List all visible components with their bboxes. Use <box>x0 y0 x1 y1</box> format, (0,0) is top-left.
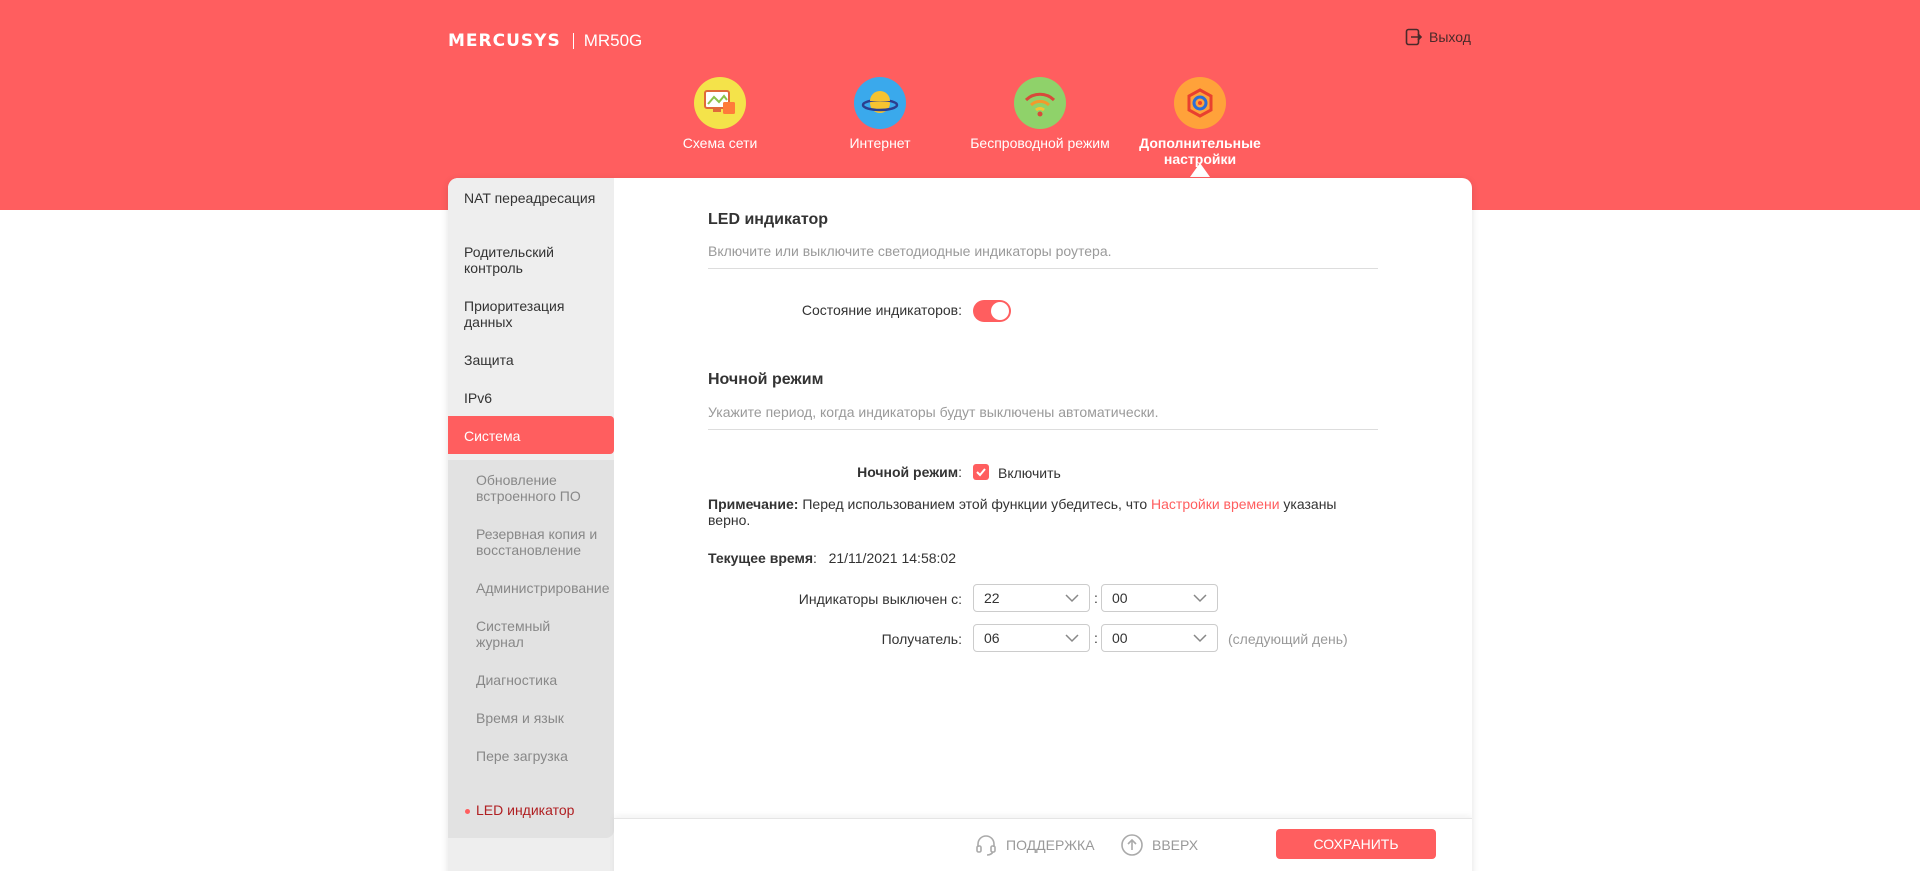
current-time-colon: : <box>813 550 817 566</box>
time-separator: : <box>1094 630 1098 646</box>
sidebar: NAT переадресация Родительский контроль … <box>448 178 614 871</box>
subitem-label: Обновление встроенного ПО <box>476 472 581 504</box>
subitem-led-indicator[interactable]: LED индикатор <box>448 790 614 828</box>
arrow-up-icon <box>1121 834 1143 856</box>
nav-network-map[interactable]: Схема сети <box>640 77 800 151</box>
network-map-icon <box>694 77 746 129</box>
night-section-description: Укажите период, когда индикаторы будут в… <box>708 404 1378 430</box>
chevron-down-icon <box>1065 634 1079 643</box>
nav-wireless[interactable]: Беспроводной режим <box>960 77 1120 151</box>
chevron-down-icon <box>1065 594 1079 603</box>
subitem-administration[interactable]: Администрирование <box>448 568 614 606</box>
subitem-label: Диагностика <box>476 672 558 688</box>
subitem-time-language[interactable]: Время и язык <box>448 698 614 736</box>
save-button[interactable]: СОХРАНИТЬ <box>1276 829 1436 859</box>
nav-advanced[interactable]: Дополнительные настройки <box>1120 77 1280 167</box>
subitem-label: Резервная копия и восстановление <box>476 526 598 558</box>
night-mode-enable-label: Включить <box>998 465 1061 481</box>
led-section-description: Включите или выключите светодиодные инди… <box>708 243 1378 269</box>
night-mode-note: Примечание: Перед использованием этой фу… <box>708 496 1348 528</box>
subitem-system-log[interactable]: Системный журнал <box>448 606 614 660</box>
subitem-label: LED индикатор <box>476 802 575 818</box>
night-section-title: Ночной режим <box>708 371 824 388</box>
night-mode-checkbox[interactable] <box>973 464 989 480</box>
to-hour-select[interactable]: 06 <box>973 624 1090 652</box>
main-card: NAT переадресация Родительский контроль … <box>448 178 1472 871</box>
sidebar-item-label: Приоритезация данных <box>464 298 565 330</box>
led-status-label: Состояние индикаторов: <box>801 302 962 318</box>
subitem-diagnostics[interactable]: Диагностика <box>448 660 614 698</box>
logout-icon <box>1405 28 1423 46</box>
top-label: ВВЕРХ <box>1152 837 1199 853</box>
to-minute-value: 00 <box>1112 630 1128 646</box>
next-day-hint: (следующий день) <box>1228 631 1348 647</box>
sidebar-item-label: IPv6 <box>464 390 493 406</box>
system-submenu: Обновление встроенного ПО Резервная копи… <box>448 460 614 838</box>
toggle-knob <box>991 302 1009 320</box>
subitem-reboot[interactable]: Пере загрузка <box>448 736 614 790</box>
sidebar-item-label: NAT переадресация <box>464 190 596 206</box>
sidebar-item-ipv6[interactable]: IPv6 <box>448 378 614 416</box>
current-time-row: Текущее время: 21/11/2021 14:58:02 <box>708 550 956 566</box>
active-nav-caret <box>1190 163 1210 177</box>
model-name: MR50G <box>583 31 643 50</box>
subitem-label: Системный журнал <box>476 618 551 650</box>
current-dot <box>465 809 470 814</box>
subitem-label: Пере загрузка <box>476 748 568 764</box>
sidebar-item-security[interactable]: Защита <box>448 340 614 378</box>
support-link[interactable]: ПОДДЕРЖКА <box>974 833 1095 857</box>
nav-internet[interactable]: Интернет <box>800 77 960 151</box>
sidebar-item-system[interactable]: Система <box>448 416 614 454</box>
brand-divider <box>572 33 574 49</box>
off-from-minute-select[interactable]: 00 <box>1101 584 1218 612</box>
subitem-backup-restore[interactable]: Резервная копия и восстановление <box>448 514 614 568</box>
nav-network-map-label: Схема сети <box>682 135 758 151</box>
to-minute-select[interactable]: 00 <box>1101 624 1218 652</box>
off-from-label: Индикаторы выключен с: <box>798 591 962 607</box>
subitem-label: Администрирование <box>476 580 610 596</box>
brand-logo: MERCUSYS <box>448 31 561 51</box>
headset-icon <box>976 835 996 856</box>
checkmark-icon <box>976 468 986 477</box>
note-label: Примечание: <box>708 496 799 512</box>
night-mode-label-text: Ночной режим <box>857 464 959 480</box>
time-separator: : <box>1094 590 1098 606</box>
night-mode-label: Ночной режим: <box>748 464 962 480</box>
off-from-hour-value: 22 <box>984 590 1000 606</box>
subitem-firmware-update[interactable]: Обновление встроенного ПО <box>448 460 614 514</box>
sidebar-item-qos[interactable]: Приоритезация данных <box>448 286 614 340</box>
nav-internet-label: Интернет <box>849 135 911 151</box>
chevron-down-icon <box>1193 634 1207 643</box>
sidebar-item-nat[interactable]: NAT переадресация <box>448 178 614 232</box>
logout-label: Выход <box>1429 29 1471 45</box>
logout-button[interactable]: Выход <box>1405 28 1471 46</box>
sidebar-item-label: Защита <box>464 352 514 368</box>
support-label: ПОДДЕРЖКА <box>1006 837 1095 853</box>
subitem-label: Время и язык <box>476 710 564 726</box>
night-mode-colon: : <box>958 464 962 480</box>
note-text-before: Перед использованием этой функции убедит… <box>802 496 1148 512</box>
off-from-minute-value: 00 <box>1112 590 1128 606</box>
current-time-value: 21/11/2021 14:58:02 <box>828 550 956 566</box>
main-nav: Схема сети Интернет Беспроводной режим Д… <box>0 77 1920 187</box>
nav-wireless-label: Беспроводной режим <box>970 135 1110 151</box>
led-status-toggle[interactable] <box>973 300 1011 322</box>
planet-icon <box>854 77 906 129</box>
current-time-label: Текущее время <box>708 550 813 566</box>
chevron-down-icon <box>1193 594 1207 603</box>
off-from-hour-select[interactable]: 22 <box>973 584 1090 612</box>
to-label: Получатель: <box>881 631 962 647</box>
led-section-title: LED индикатор <box>708 211 829 228</box>
brand: MERCUSYS MR50G <box>448 31 642 51</box>
sidebar-item-label: Система <box>464 428 521 444</box>
gear-icon <box>1174 77 1226 129</box>
wifi-icon <box>1014 77 1066 129</box>
sidebar-item-parental-control[interactable]: Родительский контроль <box>448 232 614 286</box>
back-to-top-link[interactable]: ВВЕРХ <box>1120 833 1198 857</box>
time-settings-link[interactable]: Настройки времени <box>1151 496 1280 512</box>
sidebar-item-label: Родительский контроль <box>464 244 554 276</box>
footer-bar: ПОДДЕРЖКА ВВЕРХ СОХРАНИТЬ <box>614 818 1472 871</box>
to-hour-value: 06 <box>984 630 1000 646</box>
